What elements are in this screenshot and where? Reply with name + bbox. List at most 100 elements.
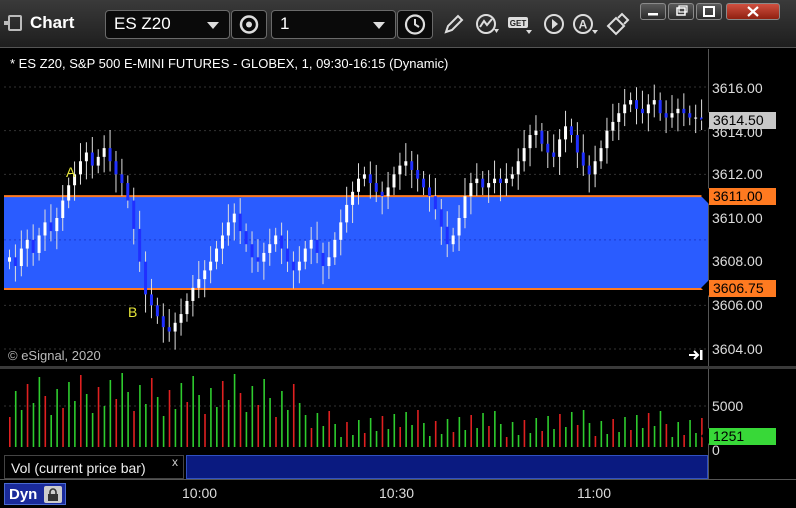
- candle-body: [457, 218, 461, 236]
- volume-bar: [198, 395, 200, 447]
- link-button[interactable]: [604, 11, 632, 37]
- chart-title: * ES Z20, S&P 500 E-MINI FUTURES - GLOBE…: [10, 56, 449, 71]
- volume-bar: [26, 384, 29, 447]
- candle-body: [31, 239, 35, 253]
- volume-bar: [257, 405, 260, 447]
- copyright: © eSignal, 2020: [8, 348, 101, 363]
- window-title: Chart: [30, 13, 75, 32]
- volume-bar: [606, 434, 609, 447]
- volume-bar: [121, 373, 123, 447]
- candle-body: [84, 152, 88, 162]
- studies-button[interactable]: [473, 11, 501, 37]
- volume-bar: [310, 428, 313, 447]
- volume-bar: [156, 397, 159, 447]
- candle-body: [321, 252, 325, 267]
- time-label: 10:30: [379, 485, 415, 501]
- lock-button[interactable]: [44, 486, 62, 503]
- alert-button[interactable]: A: [571, 11, 599, 37]
- candle-body: [617, 113, 621, 122]
- lower-band-price-tag: 3606.75: [701, 280, 776, 297]
- volume-bar: [168, 390, 171, 447]
- volume-bar: [79, 375, 82, 447]
- candle-body: [504, 178, 508, 184]
- candle-body: [144, 261, 148, 295]
- volume-bar: [174, 409, 177, 447]
- volume-bar: [641, 428, 644, 447]
- close-button[interactable]: [726, 3, 780, 20]
- candle-body: [575, 135, 579, 153]
- volume-bar: [204, 414, 206, 447]
- volume-bar: [671, 437, 674, 447]
- play-button[interactable]: [540, 11, 568, 37]
- candle-body: [552, 152, 556, 157]
- svg-text:A: A: [579, 18, 588, 32]
- time-label: 11:00: [577, 485, 611, 501]
- candle-body: [25, 239, 29, 249]
- price-axis[interactable]: [708, 49, 796, 366]
- volume-bar: [677, 422, 680, 447]
- candle-body: [676, 108, 680, 114]
- restore-button[interactable]: [668, 3, 694, 20]
- candle-body: [469, 183, 473, 197]
- volume-bar: [476, 428, 478, 447]
- volume-bar: [233, 374, 236, 447]
- volume-bar: [74, 401, 76, 447]
- candle-body: [481, 178, 485, 188]
- volume-bar: [103, 406, 106, 447]
- candle-body: [268, 244, 272, 253]
- price-chart-area[interactable]: [4, 49, 708, 366]
- volume-legend-close[interactable]: x: [172, 455, 178, 469]
- volume-bar: [452, 432, 455, 447]
- candle-body: [629, 100, 633, 105]
- restore-icon: [676, 5, 688, 16]
- candle-body: [510, 174, 514, 179]
- candle-body: [357, 178, 360, 192]
- volume-bar: [328, 411, 331, 447]
- maximize-button[interactable]: [696, 3, 722, 20]
- price-chart: [4, 84, 708, 350]
- interval-clock-button[interactable]: [397, 10, 433, 39]
- annotation-b: B: [128, 304, 138, 320]
- candle-body: [37, 235, 41, 253]
- get-button[interactable]: GET: [506, 11, 534, 37]
- candle-body: [422, 178, 426, 188]
- volume-legend[interactable]: Vol (current price bar): [4, 455, 184, 479]
- symbol-dropdown[interactable]: ES Z20: [105, 10, 230, 39]
- volume-axis[interactable]: [708, 369, 796, 479]
- interval-dropdown[interactable]: 1: [271, 10, 396, 39]
- candle-body: [611, 121, 615, 131]
- volume-bar: [612, 419, 614, 447]
- candle-body: [445, 226, 449, 245]
- candle-body: [215, 248, 219, 262]
- lock-icon: [48, 487, 58, 501]
- jump-to-end-icon[interactable]: [688, 348, 704, 362]
- candle-body: [90, 152, 94, 166]
- candle-body: [309, 239, 313, 249]
- volume-bar: [340, 437, 342, 447]
- volume-bar: [38, 377, 41, 447]
- candle-body: [540, 130, 544, 144]
- candle-body: [339, 222, 343, 240]
- candle-body: [593, 161, 597, 175]
- candle-body: [694, 117, 698, 119]
- volume-bar: [405, 412, 407, 447]
- symbol-settings-button[interactable]: [231, 10, 267, 39]
- volume-bar: [375, 431, 378, 447]
- volume-bar: [358, 420, 360, 447]
- volume-bar: [275, 417, 277, 447]
- minimize-button[interactable]: [640, 3, 666, 20]
- volume-bar: [281, 391, 283, 447]
- price-tick: 3612.00: [712, 166, 763, 182]
- volume-bar: [411, 425, 413, 447]
- candle-body: [132, 200, 136, 229]
- candle-body: [463, 196, 467, 218]
- candle-body: [232, 213, 236, 223]
- candle-body: [362, 174, 366, 179]
- candle-body: [374, 183, 378, 192]
- candle-body: [380, 191, 384, 197]
- volume-chart: [4, 373, 708, 447]
- pencil-button[interactable]: [440, 11, 468, 37]
- candle-body: [173, 322, 177, 332]
- volume-bar: [91, 413, 94, 447]
- upper-band-price-tag: 3611.00: [701, 188, 776, 205]
